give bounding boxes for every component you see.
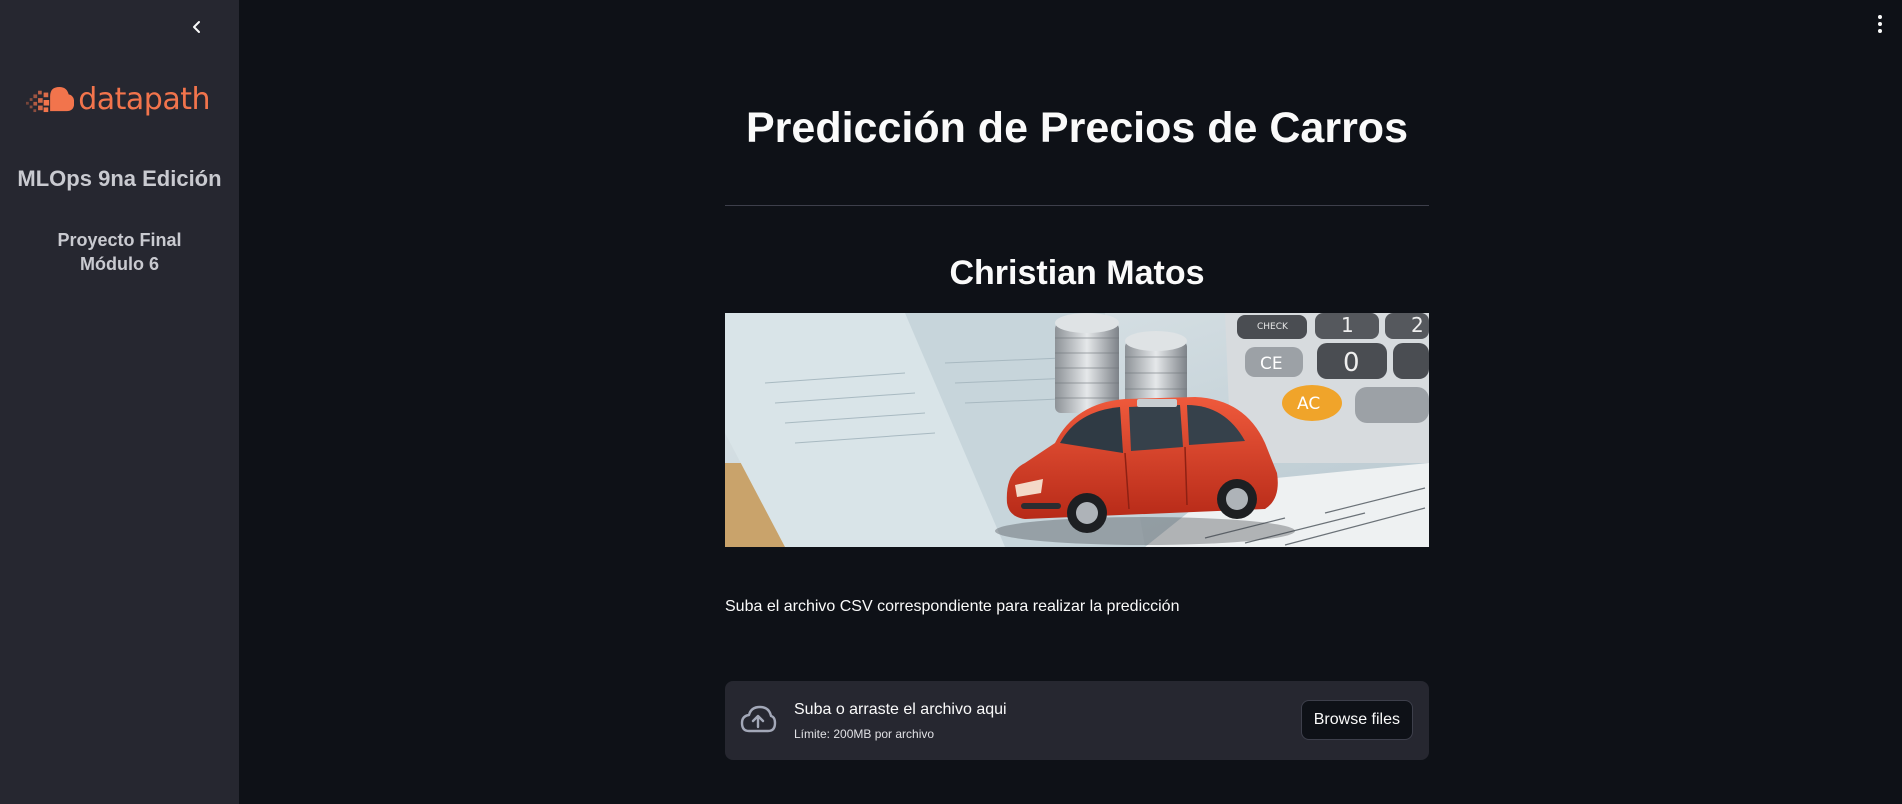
cloud-upload-icon [740,705,777,733]
logo-wordmark: datapath [78,82,210,117]
sidebar-edition: MLOps 9na Edición [17,166,222,191]
calc-key-one: 1 [1341,313,1354,337]
main-menu-button[interactable] [1872,14,1888,34]
more-vertical-dot [1878,29,1882,33]
hero-image: CHECK 1 2 CE 0 AC [725,313,1429,547]
calc-key-ce: CE [1260,354,1283,374]
sidebar-collapse-button[interactable] [186,16,208,38]
page-title: Predicción de Precios de Carros [746,104,1408,152]
more-vertical-icon [1878,15,1882,19]
calc-key-check: CHECK [1257,322,1289,332]
author-name: Christian Matos [949,254,1205,292]
file-uploader-dropzone[interactable]: Suba o arraste el archivo aqui Límite: 2… [725,681,1429,760]
calc-key-two: 2 [1411,313,1424,337]
calc-key-zero: 0 [1343,348,1360,378]
more-vertical-dot [1878,22,1882,26]
sidebar: datapath MLOps 9na Edición Proyecto Fina… [0,0,239,804]
browse-files-button[interactable]: Browse files [1300,700,1413,740]
sidebar-project-line1: Proyecto Final [57,230,182,250]
calc-key-ac: AC [1297,394,1320,414]
dropzone-limit: Límite: 200MB por archivo [794,727,935,741]
cloud-pixel-logo-icon [26,87,75,113]
car-finance-illustration: CHECK 1 2 CE 0 AC [725,313,1429,547]
app-root: datapath MLOps 9na Edición Proyecto Fina… [0,0,1902,804]
datapath-logo: datapath [26,78,210,122]
sidebar-project-line2: Módulo 6 [80,254,159,274]
chevron-left-icon [193,21,200,33]
upload-instruction: Suba el archivo CSV correspondiente para… [725,598,1180,615]
dropzone-title: Suba o arraste el archivo aqui [794,701,1007,718]
sidebar-project: Proyecto Final Módulo 6 [0,228,239,276]
divider [725,205,1429,206]
